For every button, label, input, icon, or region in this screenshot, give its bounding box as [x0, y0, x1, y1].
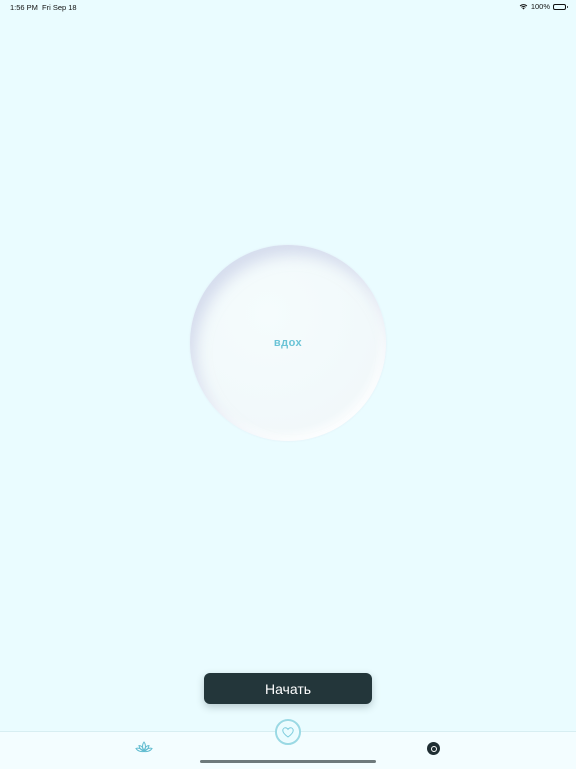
heart-icon	[278, 722, 298, 742]
status-date: Fri Sep 18	[42, 3, 77, 12]
start-button[interactable]: Начать	[204, 673, 372, 704]
home-indicator	[200, 760, 376, 763]
lotus-icon	[135, 740, 153, 759]
tab-bar	[0, 719, 576, 769]
wifi-icon	[519, 3, 528, 10]
battery-percent: 100%	[530, 2, 550, 11]
status-time: 1:56 PM	[10, 3, 38, 12]
tab-breathe[interactable]	[427, 742, 440, 755]
status-bar: 1:56 PM Fri Sep 18 100%	[0, 0, 576, 14]
tab-meditate[interactable]	[134, 740, 154, 758]
breathing-circle: вдох	[190, 245, 386, 441]
circle-target-icon	[430, 745, 437, 752]
tab-favorites[interactable]	[275, 719, 301, 745]
battery-icon	[553, 3, 568, 10]
breath-phase-label: вдох	[273, 337, 303, 349]
status-indicators: 100%	[519, 2, 568, 11]
